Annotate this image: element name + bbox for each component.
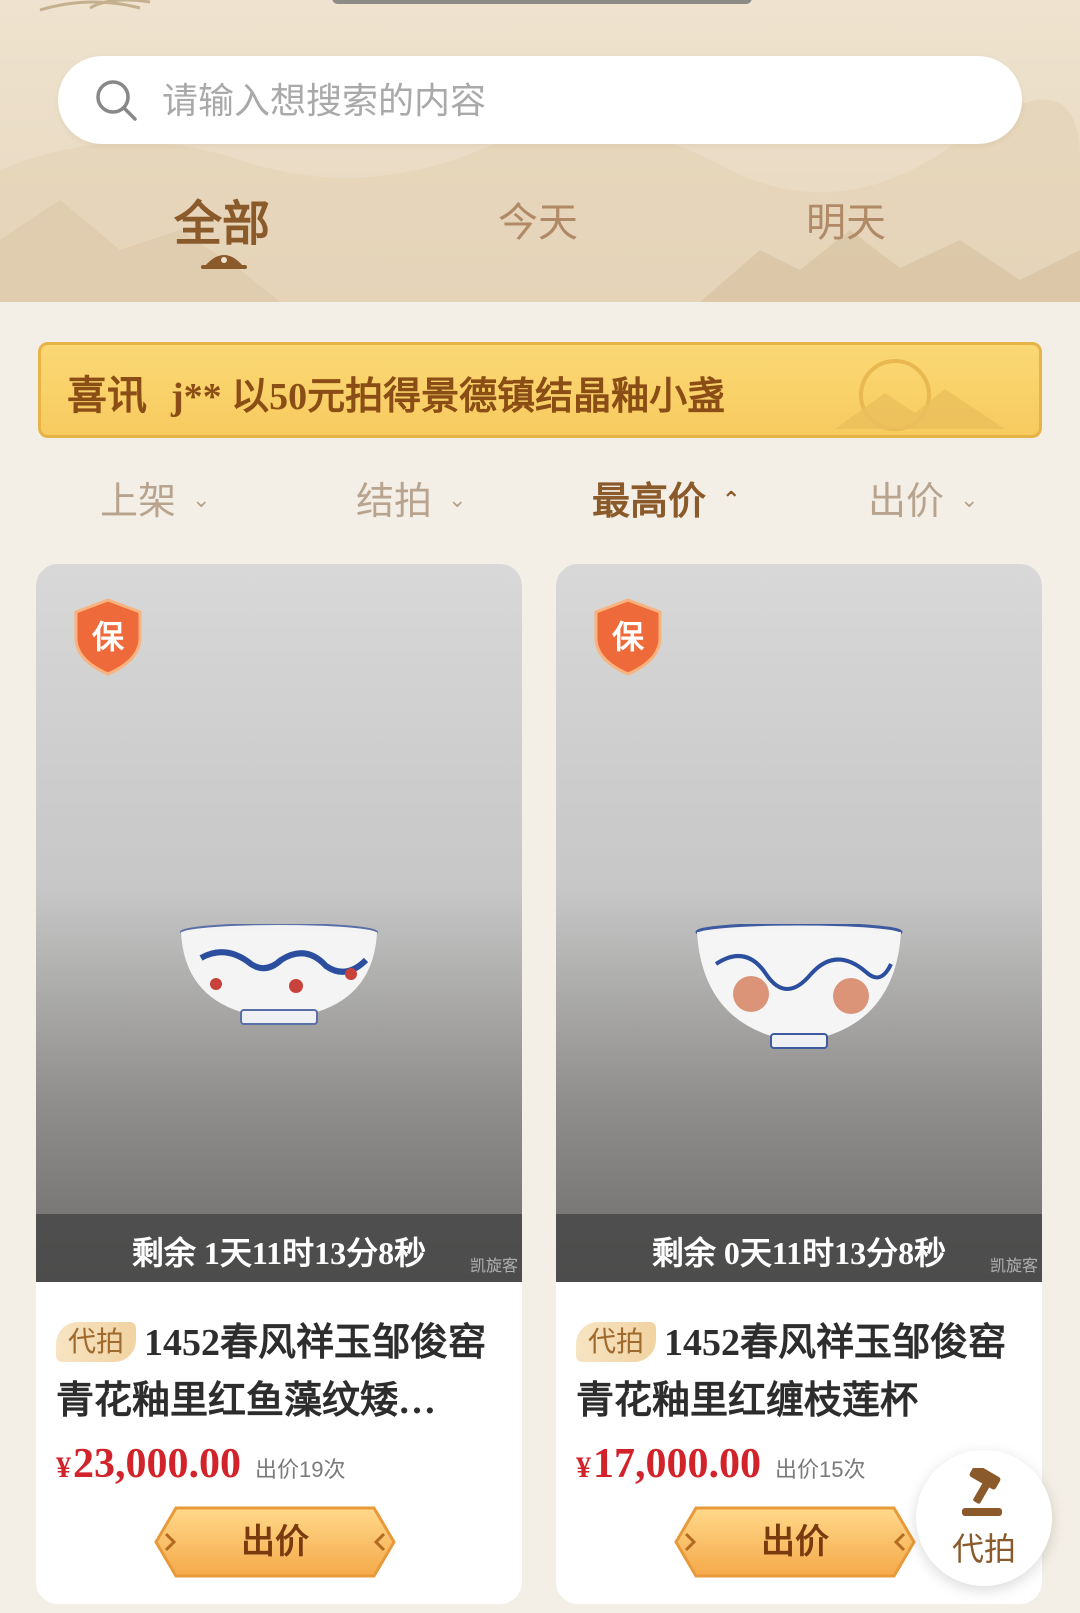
price-row: ¥17,000.00 出价15次 bbox=[576, 1440, 865, 1488]
countdown-text: 剩余 0天11时13分8秒 bbox=[651, 1235, 947, 1271]
bid-button-label: 出价 bbox=[761, 1523, 829, 1561]
product-card[interactable]: 保 剩余 0天11时13分8秒 凯旋客 代拍 1452春风祥玉邹俊窑青花釉里红缠枝… bbox=[556, 564, 1042, 1604]
price-value: 17,000.00 bbox=[593, 1441, 761, 1487]
sort-ending[interactable]: 结拍 ⌄ bbox=[356, 470, 466, 525]
product-title[interactable]: 代拍 1452春风祥玉邹俊窑青花釉里红缠枝莲杯 bbox=[576, 1314, 1022, 1430]
notice-text: j** 以50元拍得景德镇结晶釉小盏 bbox=[171, 376, 726, 418]
tab-bar: 全部 今天 明天 bbox=[0, 190, 1080, 280]
gavel-icon bbox=[962, 1468, 1002, 1516]
sort-listed-label: 上架 bbox=[100, 481, 177, 523]
guarantee-badge-icon: 保 bbox=[594, 598, 662, 676]
chevron-down-icon: ⌄ bbox=[448, 486, 467, 512]
mountain-sun-icon bbox=[835, 359, 1005, 431]
sort-ending-label: 结拍 bbox=[356, 481, 433, 523]
product-title[interactable]: 代拍 1452春风祥玉邹俊窑青花釉里红鱼藻纹矮… bbox=[56, 1314, 502, 1430]
price-value: 23,000.00 bbox=[73, 1441, 241, 1487]
proxy-tag: 代拍 bbox=[56, 1322, 137, 1362]
currency-symbol: ¥ bbox=[56, 1451, 71, 1484]
tab-tomorrow[interactable]: 明天 bbox=[746, 190, 946, 248]
sort-bids-label: 出价 bbox=[868, 481, 945, 523]
bid-button[interactable]: 出价 bbox=[672, 1504, 918, 1580]
countdown-text: 剩余 1天11时13分8秒 bbox=[131, 1235, 427, 1271]
sort-highest-price[interactable]: 最高价 ⌃ bbox=[592, 470, 740, 525]
chevron-up-icon: ⌃ bbox=[722, 486, 741, 512]
countdown-bar: 剩余 0天11时13分8秒 凯旋客 bbox=[556, 1214, 1042, 1282]
chevron-down-icon: ⌄ bbox=[960, 486, 979, 512]
proxy-tag: 代拍 bbox=[576, 1322, 657, 1362]
currency-symbol: ¥ bbox=[576, 1451, 591, 1484]
tab-active-indicator-icon bbox=[201, 255, 247, 269]
price-row: ¥23,000.00 出价19次 bbox=[56, 1440, 345, 1488]
sort-highest-price-label: 最高价 bbox=[592, 481, 707, 523]
guarantee-badge-icon: 保 bbox=[74, 598, 142, 676]
search-bar[interactable] bbox=[58, 56, 1022, 146]
winning-notice-banner[interactable]: 喜讯 j** 以50元拍得景德镇结晶釉小盏 bbox=[38, 342, 1042, 438]
top-handle bbox=[332, 0, 752, 4]
countdown-bar: 剩余 1天11时13分8秒 凯旋客 bbox=[36, 1214, 522, 1282]
guarantee-badge-text: 保 bbox=[92, 618, 125, 656]
image-watermark: 凯旋客 bbox=[469, 1258, 518, 1275]
header: 全部 今天 明天 bbox=[0, 0, 1080, 302]
bid-button-label: 出价 bbox=[241, 1523, 309, 1561]
search-icon bbox=[96, 80, 137, 121]
product-image[interactable]: 保 剩余 0天11时13分8秒 凯旋客 bbox=[556, 564, 1042, 1282]
sort-bar: 上架 ⌄ 结拍 ⌄ 最高价 ⌃ 出价 ⌄ bbox=[0, 470, 1080, 530]
proxy-bid-float-label: 代拍 bbox=[951, 1531, 1016, 1567]
product-card[interactable]: 保 剩余 1天11时13分8秒 凯旋客 代拍 1452春风祥玉邹俊窑青花釉里红鱼藻… bbox=[36, 564, 522, 1604]
image-watermark: 凯旋客 bbox=[989, 1258, 1038, 1275]
bid-count: 出价19次 bbox=[255, 1457, 346, 1482]
chevron-down-icon: ⌄ bbox=[192, 486, 211, 512]
price: ¥17,000.00 bbox=[576, 1441, 761, 1487]
price: ¥23,000.00 bbox=[56, 1441, 241, 1487]
notice-title: 喜讯 bbox=[67, 374, 147, 418]
tab-all[interactable]: 全部 bbox=[122, 184, 322, 254]
tab-today[interactable]: 今天 bbox=[438, 190, 638, 248]
search-input[interactable] bbox=[160, 56, 984, 146]
sort-listed[interactable]: 上架 ⌄ bbox=[100, 470, 210, 525]
bid-button[interactable]: 出价 bbox=[152, 1504, 398, 1580]
bid-count: 出价15次 bbox=[775, 1457, 866, 1482]
sort-bids[interactable]: 出价 ⌄ bbox=[868, 470, 978, 525]
product-image[interactable]: 保 剩余 1天11时13分8秒 凯旋客 bbox=[36, 564, 522, 1282]
porcelain-bowl-icon bbox=[180, 924, 378, 1025]
guarantee-badge-text: 保 bbox=[612, 618, 645, 656]
porcelain-cup-icon bbox=[695, 924, 903, 1049]
proxy-bid-float-button[interactable]: 代拍 bbox=[916, 1450, 1052, 1586]
